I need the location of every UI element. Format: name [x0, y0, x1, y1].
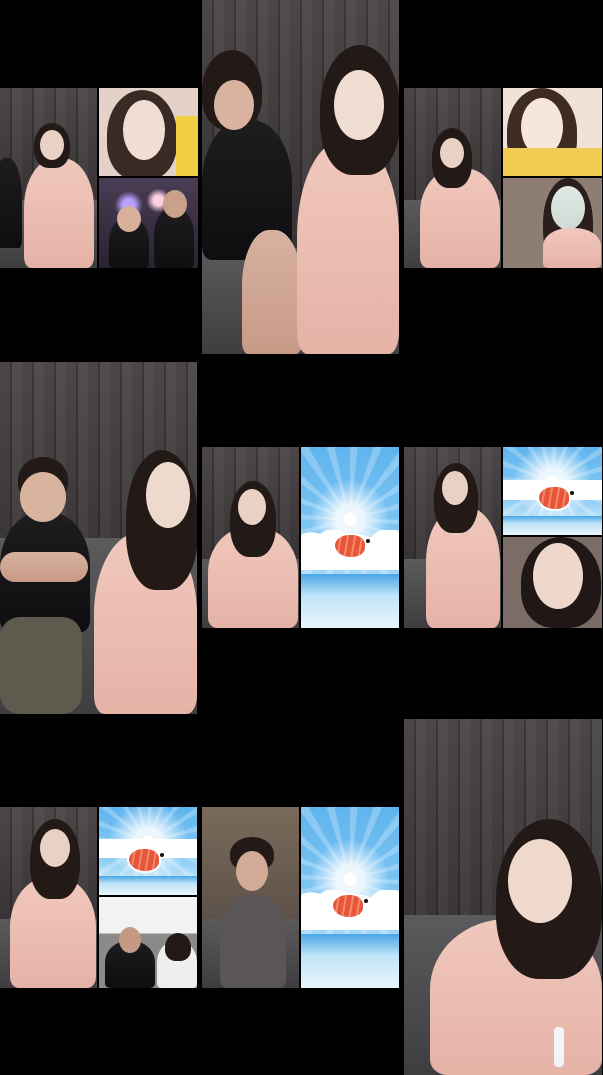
- stream-tile-8[interactable]: [202, 807, 399, 988]
- host-video: [0, 88, 97, 268]
- guest-video-1: [99, 88, 198, 176]
- guest-placeholder: [503, 447, 602, 535]
- guest-video-1: [503, 88, 602, 176]
- stream-tile-7[interactable]: [0, 807, 197, 988]
- stream-tile-1[interactable]: [0, 88, 198, 268]
- stream-tile-9[interactable]: [404, 719, 602, 1075]
- stream-tile-5[interactable]: [202, 447, 399, 628]
- guest-video-2: [503, 537, 602, 628]
- shrimp-icon: [335, 535, 370, 557]
- guest-placeholder: [99, 807, 197, 895]
- host-video: [202, 807, 299, 988]
- guest-video-2: [99, 897, 197, 988]
- guest-video-2: [503, 178, 602, 268]
- shrimp-icon: [333, 895, 368, 917]
- host-video: [202, 447, 299, 628]
- stream-tile-6[interactable]: [404, 447, 602, 628]
- shrimp-icon: [539, 487, 574, 509]
- host-video: [404, 447, 501, 628]
- guest-placeholder: [301, 447, 399, 628]
- stream-tile-4[interactable]: [0, 362, 197, 714]
- stream-tile-3[interactable]: [404, 88, 602, 268]
- host-video: [404, 88, 501, 268]
- guest-video-2: [99, 178, 198, 268]
- shrimp-icon: [129, 849, 164, 871]
- host-video: [0, 807, 97, 988]
- guest-placeholder: [301, 807, 399, 988]
- stream-tile-2[interactable]: [202, 0, 399, 354]
